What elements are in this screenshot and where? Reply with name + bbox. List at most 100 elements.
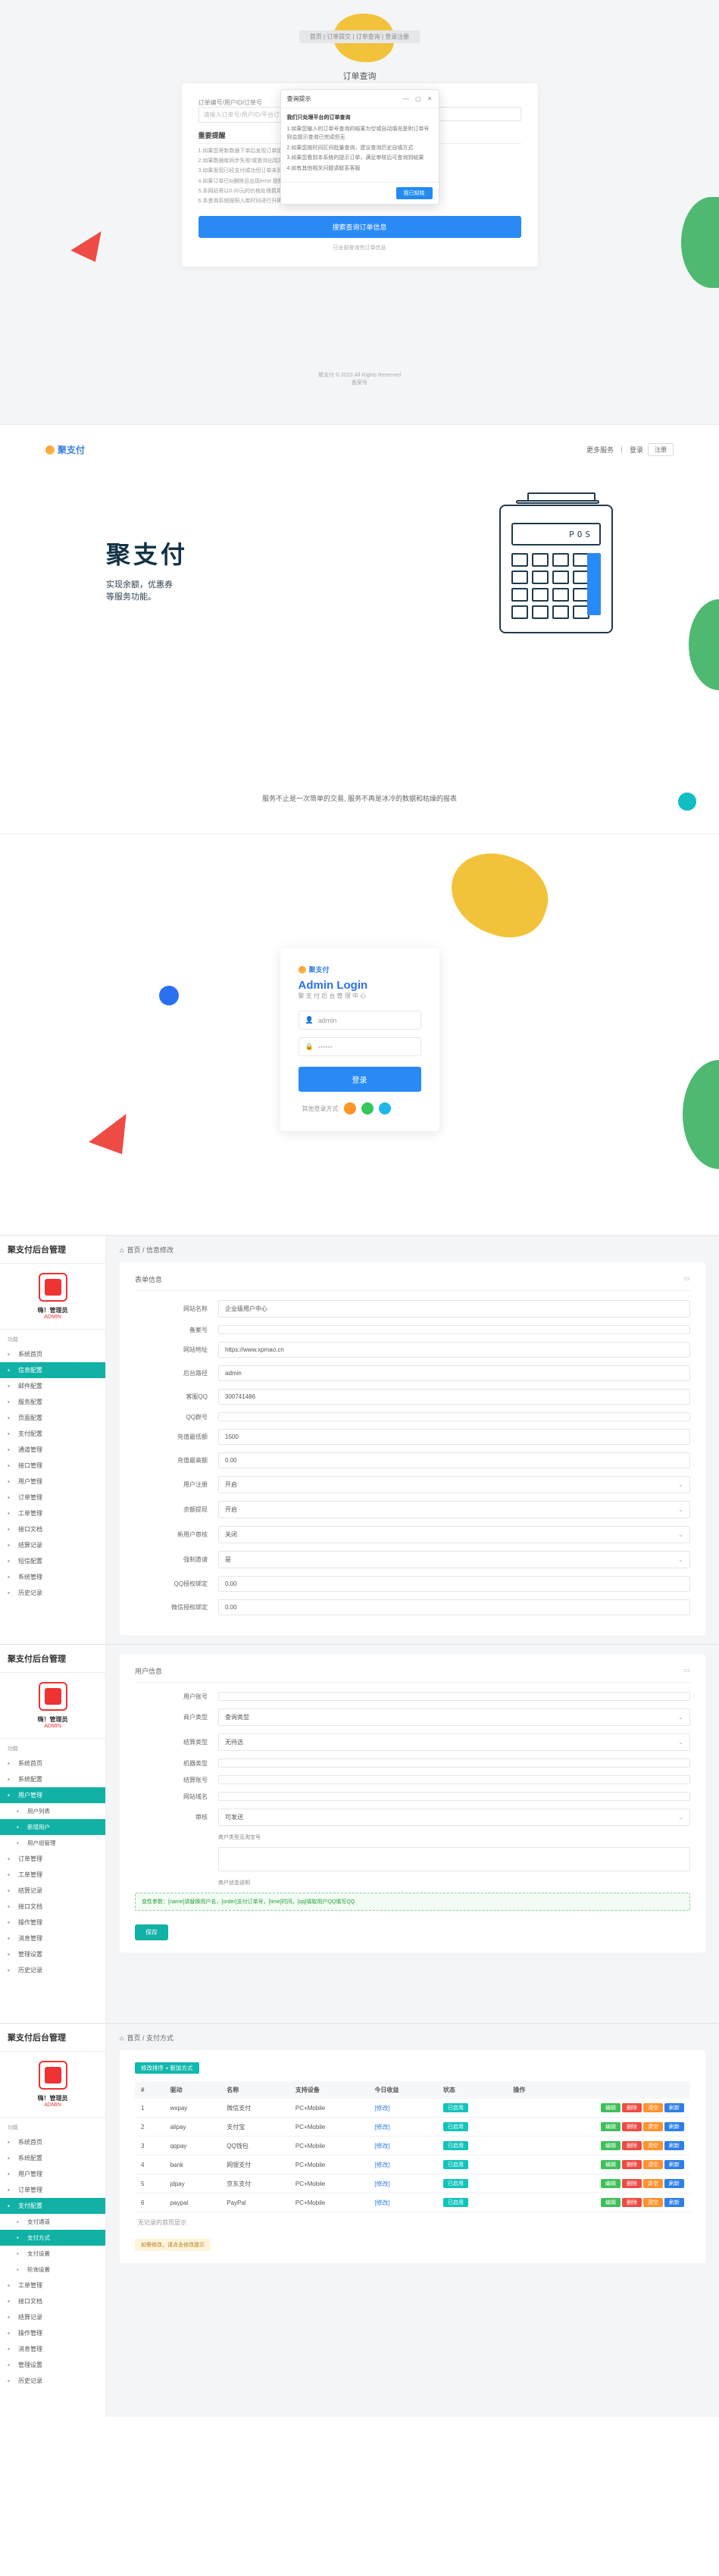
op-delete[interactable]: 删除 xyxy=(622,2103,642,2112)
sidebar-item[interactable]: ▪邮件配置 xyxy=(0,1378,105,1394)
sidebar-item[interactable]: ▪操作管理 xyxy=(0,2325,105,2341)
field-input[interactable]: 0.00 xyxy=(218,1452,690,1468)
sidebar-item[interactable]: ▪系统配置 xyxy=(0,1771,105,1787)
op-refresh[interactable]: 刷新 xyxy=(664,2103,684,2112)
op-delete[interactable]: 删除 xyxy=(622,2141,642,2150)
field-input[interactable] xyxy=(218,1692,690,1701)
op-clear[interactable]: 清空 xyxy=(643,2179,663,2188)
sidebar-item[interactable]: ▪用户组管理 xyxy=(0,1835,105,1851)
sidebar-item[interactable]: ▪支付设置 xyxy=(0,2246,105,2262)
op-edit[interactable]: 编辑 xyxy=(601,2103,621,2112)
collapse-icon[interactable]: ▭ xyxy=(683,1274,690,1284)
edit-income[interactable]: [修改] xyxy=(374,2199,389,2206)
sidebar-item[interactable]: ▪历史记录 xyxy=(0,2373,105,2389)
op-refresh[interactable]: 刷新 xyxy=(664,2198,684,2207)
edit-income[interactable]: [修改] xyxy=(374,2124,389,2131)
wechat-icon[interactable] xyxy=(361,1102,374,1114)
nav-more[interactable]: 更多服务 xyxy=(586,445,614,455)
sidebar-item[interactable]: ▪页面配置 xyxy=(0,1410,105,1426)
field-input[interactable] xyxy=(218,1325,690,1334)
sidebar-item[interactable]: ▪新增用户 xyxy=(0,1819,105,1835)
field-input[interactable]: 查询类型⌄ xyxy=(218,1708,690,1726)
field-input[interactable]: 0.00 xyxy=(218,1576,690,1592)
field-input[interactable]: 是⌄ xyxy=(218,1551,690,1568)
field-input[interactable]: 无待选⌄ xyxy=(218,1733,690,1751)
field-input[interactable]: 300741486 xyxy=(218,1389,690,1405)
sidebar-item[interactable]: ▪管理设置 xyxy=(0,2357,105,2373)
sidebar-item[interactable]: ▪信息配置 xyxy=(0,1362,105,1378)
nav-register-button[interactable]: 注册 xyxy=(648,443,674,456)
op-clear[interactable]: 清空 xyxy=(643,2122,663,2131)
sidebar-item[interactable]: ▪用户列表 xyxy=(0,1803,105,1819)
field-input[interactable]: 企业级用户中心 xyxy=(218,1300,690,1318)
sidebar-item[interactable]: ▪接口管理 xyxy=(0,1458,105,1474)
password-input[interactable]: 🔒•••••• xyxy=(299,1037,421,1056)
sidebar-item[interactable]: ▪支付配置 xyxy=(0,1426,105,1442)
sidebar-item[interactable]: ▪服务配置 xyxy=(0,1394,105,1410)
sidebar-item[interactable]: ▪接口文档 xyxy=(0,1899,105,1915)
save-button[interactable]: 保存 xyxy=(135,1924,168,1940)
op-clear[interactable]: 清空 xyxy=(643,2103,663,2112)
sidebar-item[interactable]: ▪历史记录 xyxy=(0,1962,105,1978)
brand-logo[interactable]: 聚支付 xyxy=(45,443,85,456)
op-edit[interactable]: 编辑 xyxy=(601,2122,621,2131)
op-refresh[interactable]: 刷新 xyxy=(664,2122,684,2131)
collapse-icon[interactable]: ▭ xyxy=(683,1666,690,1676)
modal-ok-button[interactable]: 我已知晓 xyxy=(396,187,433,199)
sidebar-item[interactable]: ▪订单管理 xyxy=(0,2182,105,2198)
nav-login[interactable]: 登录 xyxy=(630,445,643,455)
edit-income[interactable]: [修改] xyxy=(374,2143,389,2149)
chat-fab[interactable] xyxy=(678,792,696,811)
sidebar-item[interactable]: ▪系统首页 xyxy=(0,2134,105,2150)
op-clear[interactable]: 清空 xyxy=(643,2198,663,2207)
sidebar-item[interactable]: ▪系统管理 xyxy=(0,1569,105,1585)
edit-income[interactable]: [修改] xyxy=(374,2181,389,2187)
op-edit[interactable]: 编辑 xyxy=(601,2179,621,2188)
sidebar-item[interactable]: ▪结算记录 xyxy=(0,1883,105,1899)
op-delete[interactable]: 删除 xyxy=(622,2160,642,2169)
sidebar-item[interactable]: ▪系统首页 xyxy=(0,1755,105,1771)
op-refresh[interactable]: 刷新 xyxy=(664,2141,684,2150)
sidebar-item[interactable]: ▪管理设置 xyxy=(0,1946,105,1962)
field-input[interactable]: 开启⌄ xyxy=(218,1476,690,1493)
close-icon[interactable]: ✕ xyxy=(427,95,433,102)
field-input[interactable]: 可发送⌄ xyxy=(218,1809,690,1826)
edit-income[interactable]: [修改] xyxy=(374,2162,389,2168)
field-input[interactable]: 1500 xyxy=(218,1429,690,1445)
op-clear[interactable]: 清空 xyxy=(643,2141,663,2150)
sidebar-item[interactable]: ▪轮询设置 xyxy=(0,2262,105,2277)
search-button[interactable]: 搜索查询订单信息 xyxy=(199,216,521,238)
login-button[interactable]: 登录 xyxy=(299,1067,421,1092)
sidebar-item[interactable]: ▪系统配置 xyxy=(0,2150,105,2166)
edit-income[interactable]: [修改] xyxy=(374,2105,389,2112)
weibo-icon[interactable] xyxy=(344,1102,356,1114)
sidebar-item[interactable]: ▪支付通道 xyxy=(0,2214,105,2230)
qq-icon[interactable] xyxy=(379,1102,391,1114)
textarea[interactable] xyxy=(218,1847,690,1871)
sidebar-item[interactable]: ▪工单管理 xyxy=(0,2277,105,2293)
maximize-icon[interactable]: ▢ xyxy=(415,95,421,102)
field-input[interactable]: 0.00 xyxy=(218,1599,690,1615)
home-icon[interactable]: ⌂ xyxy=(120,2034,123,2042)
field-input[interactable] xyxy=(218,1792,690,1801)
sidebar-item[interactable]: ▪接口文档 xyxy=(0,2293,105,2309)
field-input[interactable] xyxy=(218,1412,690,1421)
sidebar-item[interactable]: ▪短信配置 xyxy=(0,1553,105,1569)
home-icon[interactable]: ⌂ xyxy=(120,1246,123,1254)
sidebar-item[interactable]: ▪工单管理 xyxy=(0,1867,105,1883)
op-edit[interactable]: 编辑 xyxy=(601,2160,621,2169)
op-delete[interactable]: 删除 xyxy=(622,2198,642,2207)
sidebar-item[interactable]: ▪消息管理 xyxy=(0,2341,105,2357)
sidebar-item[interactable]: ▪结算记录 xyxy=(0,2309,105,2325)
sidebar-item[interactable]: ▪结算记录 xyxy=(0,1537,105,1553)
sidebar-item[interactable]: ▪用户管理 xyxy=(0,1474,105,1490)
username-input[interactable]: 👤admin xyxy=(299,1011,421,1030)
top-nav[interactable]: 首页 | 订单提交 | 订单查询 | 登录注册 xyxy=(299,30,420,43)
op-refresh[interactable]: 刷新 xyxy=(664,2179,684,2188)
field-input[interactable]: https://www.xpmao.cn xyxy=(218,1342,690,1358)
op-delete[interactable]: 删除 xyxy=(622,2179,642,2188)
op-clear[interactable]: 清空 xyxy=(643,2160,663,2169)
field-input[interactable] xyxy=(218,1758,690,1768)
field-input[interactable]: 关闭⌄ xyxy=(218,1526,690,1543)
op-refresh[interactable]: 刷新 xyxy=(664,2160,684,2169)
